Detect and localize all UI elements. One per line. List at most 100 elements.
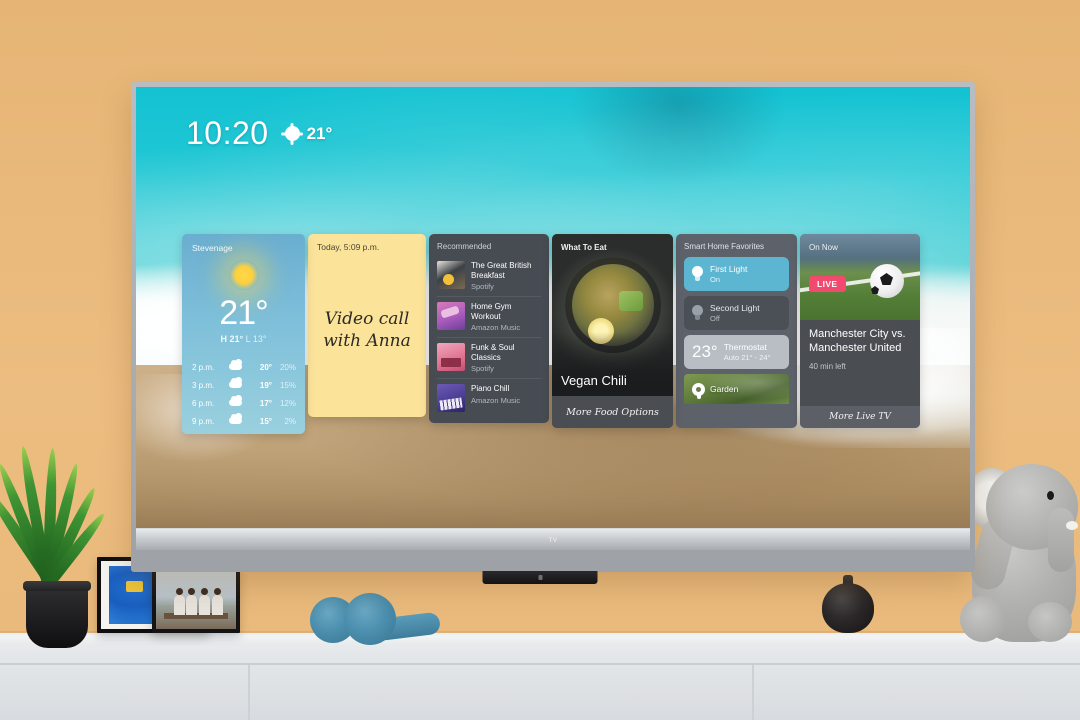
smart-home-title: Smart Home Favorites xyxy=(684,242,765,251)
weather-high: 21° xyxy=(229,334,244,344)
status-badge: LIVE xyxy=(809,276,846,292)
sun-icon xyxy=(284,126,300,141)
cloud-icon xyxy=(224,376,246,390)
camera-icon xyxy=(692,382,705,399)
recommended-name: Piano Chill xyxy=(471,384,510,394)
forecast-time: 6 p.m. xyxy=(192,398,215,408)
on-now-label: On Now xyxy=(809,243,838,252)
recommended-name: The Great British Breakfast xyxy=(471,261,532,281)
sun-icon xyxy=(228,260,259,290)
device-state: Off xyxy=(710,314,720,324)
device-tile-first-light[interactable]: First Light On xyxy=(684,257,789,292)
football-icon xyxy=(870,264,904,298)
weather-card[interactable]: Stevenage 21° H 21° L 13° 2 p.m. 20° 20%… xyxy=(182,234,305,434)
forecast-row: 3 p.m. 19° 15% xyxy=(192,376,296,394)
weather-forecast-list: 2 p.m. 20° 20% 3 p.m. 19° 15% 6 p.m. 17°… xyxy=(192,358,296,430)
forecast-temp: 19° xyxy=(259,380,272,390)
console-divider xyxy=(248,665,250,720)
thermostat-value: 23° xyxy=(692,342,718,362)
device-tile-thermostat[interactable]: 23° Thermostat Auto 21° - 24° xyxy=(684,335,789,370)
console-seam xyxy=(0,663,1080,665)
tv-screen[interactable]: 10:20 21° Stevenage 21° H 21° L 13° 2 p.… xyxy=(136,87,970,550)
food-title: Vegan Chili xyxy=(561,373,627,388)
recommended-source: Spotify xyxy=(471,282,494,292)
lightbulb-icon xyxy=(692,266,703,282)
list-item[interactable]: The Great British Breakfast Spotify xyxy=(437,256,541,298)
live-title: Manchester City vs. Manchester United xyxy=(809,328,906,354)
console-table xyxy=(0,633,1080,720)
weather-high-low: H 21° L 13° xyxy=(182,334,305,344)
album-art-icon xyxy=(437,302,465,331)
note-date: Today, 5:09 p.m. xyxy=(317,242,380,252)
forecast-temp: 20° xyxy=(259,362,272,372)
more-live-tv-button[interactable]: More Live TV xyxy=(800,406,920,428)
weather-low: 13° xyxy=(252,334,267,344)
album-art-icon xyxy=(437,261,465,289)
tv-brand-logo: TV xyxy=(548,538,558,544)
television: 10:20 21° Stevenage 21° H 21° L 13° 2 p.… xyxy=(131,82,975,572)
smart-home-card[interactable]: Smart Home Favorites First Light On Seco… xyxy=(676,234,797,428)
more-food-options-button[interactable]: More Food Options xyxy=(552,396,673,428)
recommended-source: Amazon Music xyxy=(471,323,521,333)
lightbulb-icon xyxy=(692,305,703,321)
picture-frame-photo xyxy=(152,567,240,633)
console-divider xyxy=(752,665,754,720)
what-to-eat-card[interactable]: What To Eat Vegan Chili More Food Option… xyxy=(552,234,673,428)
device-name: Second Light xyxy=(710,303,760,314)
recommended-title: Recommended xyxy=(437,242,492,251)
album-art-icon xyxy=(437,343,465,372)
forecast-row: 6 p.m. 17° 12% xyxy=(192,394,296,412)
forecast-time: 3 p.m. xyxy=(192,380,215,390)
clock: 10:20 xyxy=(186,115,269,151)
sticky-note-card[interactable]: Today, 5:09 p.m. Video call with Anna xyxy=(308,234,426,417)
forecast-time: 2 p.m. xyxy=(192,362,215,372)
forecast-precip: 2% xyxy=(284,416,296,426)
forecast-precip: 12% xyxy=(279,398,296,408)
snake-plant xyxy=(0,438,108,648)
list-item[interactable]: Funk & Soul Classics Spotify xyxy=(437,338,541,380)
status-temperature: 21° xyxy=(306,123,333,143)
forecast-temp: 15° xyxy=(259,416,272,426)
plant-pot xyxy=(23,581,91,648)
forecast-temp: 17° xyxy=(259,398,272,408)
blue-headphones xyxy=(310,587,445,645)
recommended-name: Funk & Soul Classics xyxy=(471,343,515,363)
device-name: First Light xyxy=(710,264,748,274)
forecast-row: 9 p.m. 15° 2% xyxy=(192,412,296,430)
list-item[interactable]: Home Gym Workout Amazon Music xyxy=(437,297,541,339)
weather-low-label: L xyxy=(245,334,251,344)
recommended-source: Spotify xyxy=(471,364,494,374)
status-weather: 21° xyxy=(284,123,333,144)
recommended-source: Amazon Music xyxy=(471,395,521,405)
device-name: Thermostat xyxy=(723,342,767,353)
camera-name: Garden xyxy=(710,384,739,395)
weather-city: Stevenage xyxy=(192,243,233,253)
forecast-row: 2 p.m. 20° 20% xyxy=(192,358,296,376)
recommended-name: Home Gym Workout xyxy=(471,302,512,322)
album-art-icon xyxy=(437,384,465,413)
cloud-icon xyxy=(224,412,246,426)
on-now-card[interactable]: On Now LIVE Manchester City vs. Manchest… xyxy=(800,234,920,428)
weather-current-temp: 21° xyxy=(219,294,268,332)
forecast-precip: 15% xyxy=(279,380,296,390)
list-item[interactable]: Piano Chill Amazon Music xyxy=(437,379,541,417)
room-scene: 10:20 21° Stevenage 21° H 21° L 13° 2 p.… xyxy=(0,0,1080,720)
tv-bottom-bezel: TV xyxy=(136,528,970,550)
live-time-left: 40 min left xyxy=(809,362,846,372)
black-vase xyxy=(822,575,874,633)
plush-elephant-toy xyxy=(960,442,1080,642)
food-label: What To Eat xyxy=(561,243,607,252)
recommended-card[interactable]: Recommended The Great British Breakfast … xyxy=(429,234,549,423)
tv-indicator-light xyxy=(538,575,542,580)
forecast-precip: 20% xyxy=(279,362,296,372)
tv-center-stand xyxy=(482,571,598,584)
widget-row: Stevenage 21° H 21° L 13° 2 p.m. 20° 20%… xyxy=(182,234,920,434)
status-bar: 10:20 21° xyxy=(186,115,332,152)
device-state: On xyxy=(710,275,721,285)
device-state: Auto 21° - 24° xyxy=(723,353,771,363)
camera-tile-garden[interactable]: Garden xyxy=(684,374,789,405)
device-tile-second-light[interactable]: Second Light Off xyxy=(684,296,789,331)
cloud-icon xyxy=(224,394,246,408)
forecast-time: 9 p.m. xyxy=(192,416,215,426)
weather-high-label: H xyxy=(220,334,228,344)
